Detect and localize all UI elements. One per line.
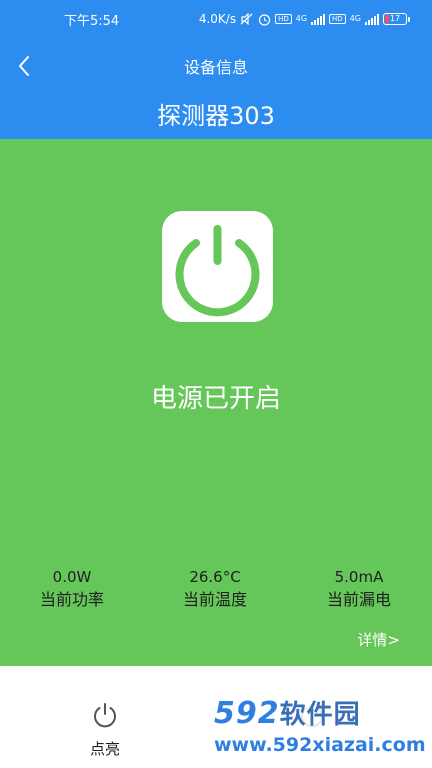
light-button[interactable]: 点亮 (65, 700, 145, 759)
signal-4g-icon (311, 13, 326, 25)
stat-label: 当前功率 (39, 590, 104, 609)
watermark-url: www.592xiazai.com (214, 734, 426, 756)
hd-icon: HD (275, 14, 292, 24)
net-4g-label: 4G (349, 14, 361, 23)
device-name: 探测器303 (157, 102, 275, 130)
battery-level: 17 (383, 13, 407, 25)
power-status: 电源已开启 (150, 384, 281, 414)
alarm-icon (258, 13, 271, 26)
stat-label: 当前漏电 (326, 590, 391, 609)
light-button-label: 点亮 (89, 740, 120, 758)
header: 下午5:54 4.0K/s HD 4G HD 4G 17 设备信息 探测器303 (0, 0, 432, 139)
power-panel: 电源已开启 0.0W 当前功率 26.6°C 当前温度 5.0mA 当前漏电 详… (0, 139, 432, 666)
watermark-logo: 592软件园 (214, 696, 361, 731)
net-4g-label: 4G (295, 14, 308, 23)
network-speed: 4.0K/s (198, 12, 237, 26)
stat-power: 0.0W 当前功率 (17, 567, 127, 612)
signal-4g-icon (365, 13, 379, 25)
watermark: 592软件园 www.592xiazai.com (210, 690, 432, 768)
nav-bar: 设备信息 (0, 44, 432, 88)
hd-icon: HD (329, 14, 346, 24)
details-link[interactable]: 详情> (357, 629, 400, 650)
power-icon (175, 225, 260, 317)
status-icons: 4.0K/s HD 4G HD 4G 17 (199, 12, 410, 26)
back-button[interactable] (10, 50, 38, 82)
stat-value: 26.6°C (189, 568, 241, 586)
power-icon (94, 703, 116, 728)
status-bar: 下午5:54 4.0K/s HD 4G HD 4G 17 (0, 0, 432, 38)
battery-icon: 17 (383, 13, 410, 25)
page-title: 设备信息 (183, 58, 248, 77)
stat-leakage: 5.0mA 当前漏电 (304, 567, 414, 612)
mute-icon (240, 13, 253, 25)
power-toggle-button[interactable] (162, 211, 273, 322)
stat-value: 5.0mA (334, 568, 384, 586)
chevron-left-icon (19, 56, 29, 76)
status-time: 下午5:54 (64, 13, 120, 29)
stat-value: 0.0W (52, 568, 92, 586)
stat-label: 当前温度 (182, 590, 247, 609)
stats-row: 0.0W 当前功率 26.6°C 当前温度 5.0mA 当前漏电 (0, 567, 432, 617)
stat-temperature: 26.6°C 当前温度 (160, 567, 270, 612)
